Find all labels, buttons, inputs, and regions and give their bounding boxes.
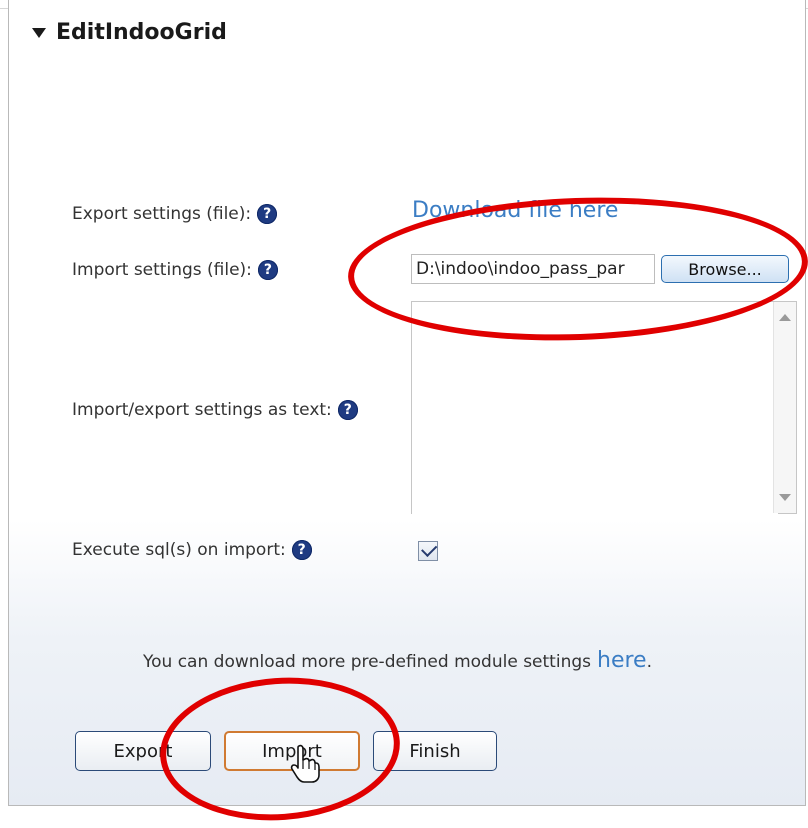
finish-button[interactable]: Finish — [373, 731, 497, 771]
section-title: EditIndooGrid — [56, 20, 227, 45]
settings-text-label: Import/export settings as text: ? — [72, 400, 358, 420]
export-settings-label-text: Export settings (file): — [72, 204, 252, 224]
scroll-up-arrow-icon[interactable] — [779, 314, 791, 321]
triangle-down-icon[interactable] — [32, 27, 46, 38]
settings-textarea-wrapper — [411, 301, 797, 517]
import-settings-label-text: Import settings (file): — [72, 260, 252, 280]
here-link[interactable]: here — [597, 648, 647, 673]
scroll-down-arrow-icon[interactable] — [779, 494, 791, 501]
more-settings-text-body: You can download more pre-defined module… — [143, 652, 591, 672]
question-circle-icon[interactable]: ? — [257, 260, 278, 280]
import-settings-label: Import settings (file): ? — [72, 260, 278, 280]
textarea-scrollbar[interactable] — [773, 302, 796, 513]
export-settings-label: Export settings (file): ? — [72, 204, 278, 224]
period-text: . — [646, 652, 652, 672]
question-circle-icon[interactable]: ? — [257, 204, 278, 224]
execute-sql-label-text: Execute sql(s) on import: — [72, 540, 286, 560]
here-link-wrapper: here. — [597, 648, 652, 673]
settings-textarea[interactable] — [412, 302, 778, 517]
settings-text-label-text: Import/export settings as text: — [72, 400, 332, 420]
import-file-path-input[interactable] — [411, 254, 655, 284]
download-file-link[interactable]: Download file here — [412, 198, 618, 223]
section-header[interactable]: EditIndooGrid — [32, 20, 227, 45]
execute-sql-checkbox[interactable] — [418, 540, 438, 561]
browse-button[interactable]: Browse... — [661, 255, 789, 283]
export-button[interactable]: Export — [75, 731, 211, 771]
question-circle-icon[interactable]: ? — [291, 540, 312, 560]
checkmark-icon — [420, 540, 437, 558]
hand-pointer-icon — [290, 744, 320, 783]
question-circle-icon[interactable]: ? — [337, 400, 358, 420]
more-settings-text: You can download more pre-defined module… — [143, 648, 652, 673]
execute-sql-label: Execute sql(s) on import: ? — [72, 540, 312, 560]
